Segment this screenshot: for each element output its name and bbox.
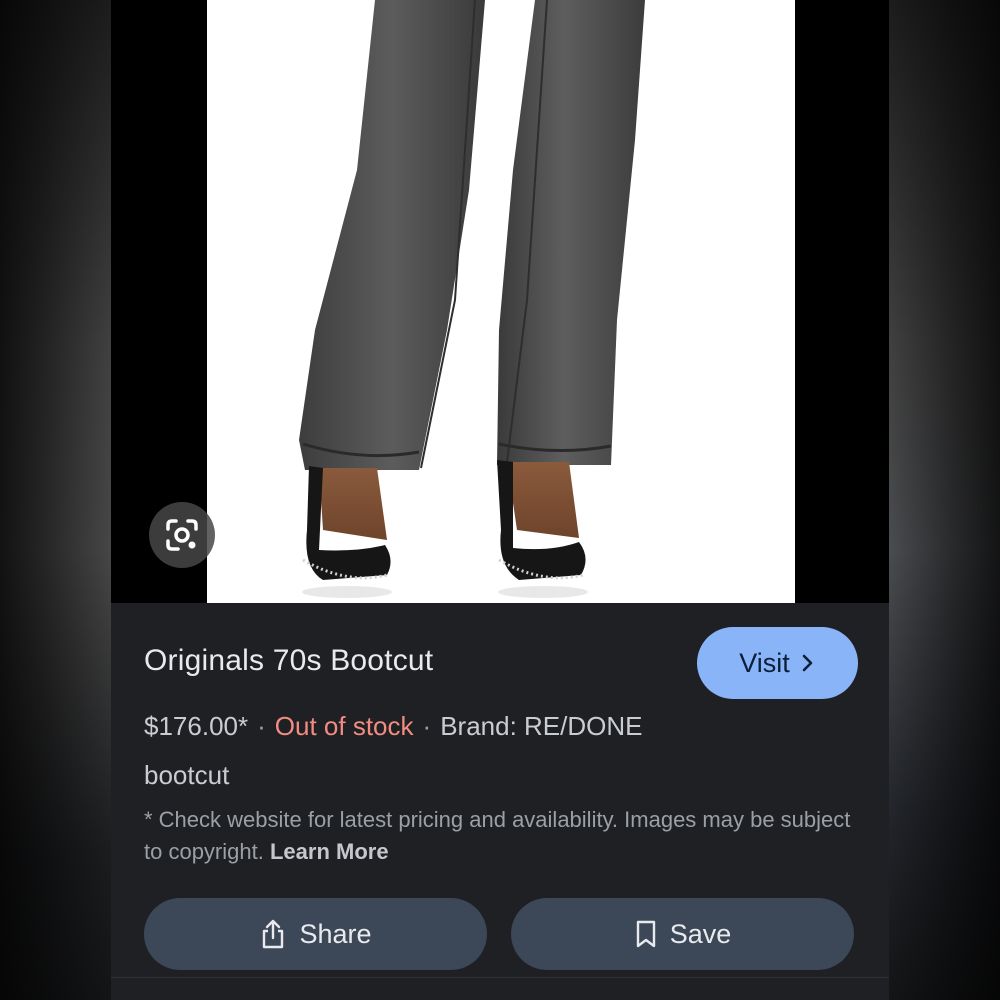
product-image[interactable] bbox=[207, 0, 795, 603]
share-button[interactable]: Share bbox=[144, 898, 487, 970]
separator-dot: · bbox=[257, 711, 266, 741]
share-label: Share bbox=[299, 918, 372, 949]
learn-more-link[interactable]: Learn More bbox=[270, 839, 389, 864]
product-meta: $176.00* · Out of stock · Brand: RE/DONE bbox=[144, 711, 642, 742]
disclaimer-text: * Check website for latest pricing and a… bbox=[144, 807, 851, 864]
save-label: Save bbox=[669, 918, 732, 949]
product-tag: bootcut bbox=[144, 760, 230, 790]
separator-dot: · bbox=[422, 711, 432, 741]
blurred-backdrop-left bbox=[0, 0, 111, 1000]
product-info-panel: Originals 70s Bootcut Visit $176.00* · Out… bbox=[111, 603, 889, 1000]
image-viewer bbox=[111, 0, 889, 603]
share-icon bbox=[263, 919, 284, 949]
google-lens-icon bbox=[166, 519, 198, 551]
divider bbox=[111, 977, 889, 978]
brand: Brand: RE/DONE bbox=[440, 711, 643, 741]
jeans-illustration bbox=[299, 0, 645, 598]
disclaimer: * Check website for latest pricing and a… bbox=[144, 804, 864, 868]
save-button[interactable]: Save bbox=[511, 898, 854, 970]
price: $176.00* bbox=[144, 711, 249, 741]
product-title: Originals 70s Bootcut bbox=[144, 644, 434, 677]
chevron-right-icon bbox=[802, 654, 813, 672]
blurred-backdrop-right bbox=[889, 0, 1000, 1000]
google-lens-button[interactable] bbox=[149, 502, 215, 568]
visit-label: Visit bbox=[739, 647, 790, 678]
product-card: Originals 70s Bootcut Visit $176.00* · Out… bbox=[111, 0, 889, 1000]
bookmark-icon bbox=[636, 920, 655, 948]
visit-button[interactable]: Visit bbox=[697, 627, 858, 699]
stock-status: Out of stock bbox=[274, 711, 414, 741]
